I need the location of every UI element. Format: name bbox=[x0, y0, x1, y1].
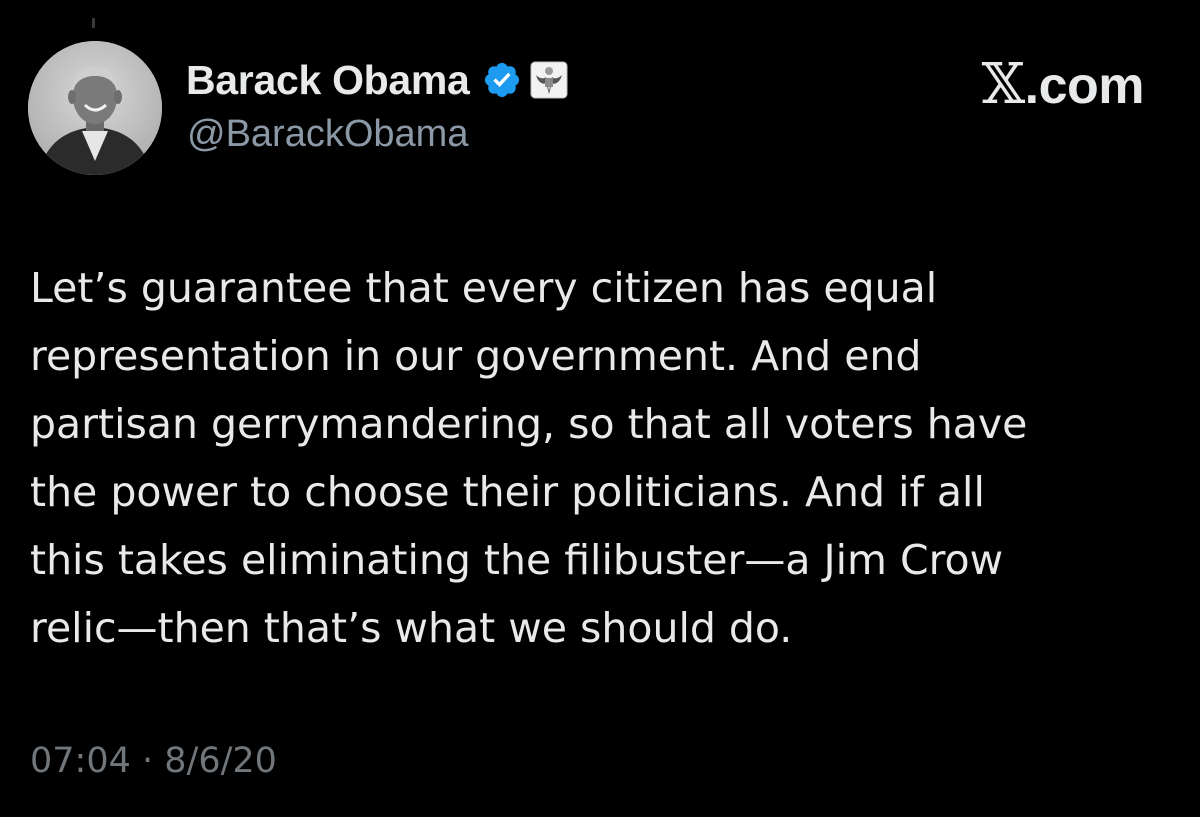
tweet-date: 8/6/20 bbox=[164, 741, 277, 781]
tweet-text-line: Let’s guarantee that every citizen has e… bbox=[30, 264, 938, 312]
tweet-text-line: representation in our government. And en… bbox=[30, 332, 922, 380]
tweet-text-line: the power to choose their politicians. A… bbox=[30, 468, 985, 516]
user-handle[interactable]: @BarackObama bbox=[187, 113, 468, 156]
avatar[interactable] bbox=[28, 41, 162, 175]
tweet-text-line: relic—then that’s what we should do. bbox=[30, 604, 793, 652]
display-name[interactable]: Barack Obama bbox=[186, 57, 470, 104]
tweet-timestamp[interactable]: 07:04 · 8/6/20 bbox=[30, 741, 277, 781]
tweet-card: Barack Obama @BarackObama 𝕏.com Let’s gu… bbox=[0, 0, 1200, 817]
tweet-text-line: partisan gerrymandering, so that all vot… bbox=[30, 400, 1028, 448]
brand-suffix: .com bbox=[1024, 57, 1145, 115]
tweet-time: 07:04 bbox=[30, 741, 131, 781]
tweet-text: Let’s guarantee that every citizen has e… bbox=[30, 254, 1150, 662]
thread-connector bbox=[92, 18, 95, 28]
author-name-row: Barack Obama bbox=[186, 54, 568, 106]
government-seal-icon[interactable] bbox=[530, 61, 568, 99]
timestamp-separator: · bbox=[142, 741, 154, 781]
tweet-text-line: this takes eliminating the filibuster—a … bbox=[30, 536, 1004, 584]
x-logo-icon: 𝕏 bbox=[981, 52, 1025, 117]
verified-badge-icon[interactable] bbox=[482, 60, 522, 100]
brand-logo: 𝕏.com bbox=[981, 52, 1145, 117]
profile-photo-icon bbox=[28, 41, 162, 175]
